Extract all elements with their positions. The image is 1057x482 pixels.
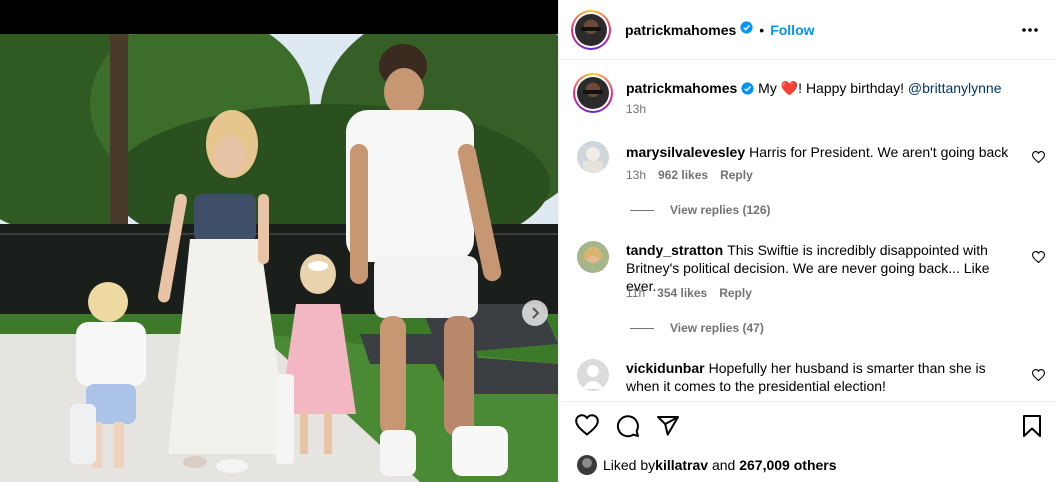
comment-username[interactable]: tandy_stratton — [626, 242, 723, 258]
comment-body: marysilvalevesley Harris for President. W… — [626, 143, 1021, 161]
commenter-avatar[interactable] — [577, 359, 609, 391]
carousel-next-button[interactable] — [522, 300, 548, 326]
view-replies-label: View replies (47) — [670, 321, 764, 335]
comment-meta: 13h 962 likes Reply — [626, 168, 765, 182]
share-icon[interactable] — [656, 414, 680, 443]
caption: patrickmahomes My ❤️! Happy birthday! @b… — [626, 79, 1036, 99]
caption-text-end: ! Happy birthday! — [798, 80, 908, 96]
likes-summary[interactable]: Liked by killatrav and 267,009 others — [577, 455, 837, 475]
comment-username[interactable]: vickidunbar — [626, 360, 705, 376]
liked-by-prefix: Liked by — [603, 457, 656, 473]
post-media-pane — [0, 0, 558, 482]
author-avatar[interactable] — [571, 10, 611, 50]
mention-link[interactable]: @brittanylynne — [908, 80, 1002, 96]
comment-like-heart-icon[interactable] — [1031, 150, 1046, 168]
heart-icon[interactable] — [575, 414, 599, 441]
chevron-right-icon — [532, 307, 540, 319]
caption-timestamp[interactable]: 13h — [626, 102, 646, 116]
comment-like-heart-icon[interactable] — [1031, 368, 1046, 386]
post-header: patrickmahomes • Follow — [559, 0, 1057, 60]
liker-avatar[interactable] — [577, 455, 597, 475]
comment-time[interactable]: 11h — [626, 286, 645, 300]
post-action-bar — [559, 401, 1057, 451]
comment-text: Harris for President. We aren't going ba… — [749, 144, 1009, 160]
comment-meta: 11h 354 likes Reply — [626, 286, 764, 300]
author-username[interactable]: patrickmahomes — [625, 22, 736, 38]
reply-button[interactable]: Reply — [720, 168, 753, 182]
comment-icon[interactable] — [616, 414, 640, 443]
commenter-avatar[interactable] — [577, 241, 609, 273]
comment-likes[interactable]: 962 likes — [658, 168, 708, 182]
caption-username[interactable]: patrickmahomes — [626, 80, 737, 96]
comment-username[interactable]: marysilvalevesley — [626, 144, 745, 160]
family-photo-illustration — [0, 34, 558, 482]
verified-badge-icon — [741, 81, 754, 99]
post-side-panel: patrickmahomes • Follow patrickmahomes M… — [558, 0, 1057, 482]
media-letterbox-top — [0, 0, 558, 34]
follow-button[interactable]: Follow — [770, 22, 814, 38]
red-heart-emoji: ❤️ — [780, 80, 799, 96]
comments-list[interactable]: patrickmahomes My ❤️! Happy birthday! @b… — [559, 61, 1057, 401]
liked-by-and: and — [708, 457, 740, 473]
post-photo[interactable] — [0, 34, 558, 482]
view-replies-label: View replies (126) — [670, 203, 771, 217]
commenter-avatar[interactable] — [577, 141, 609, 173]
more-options-icon[interactable] — [1021, 21, 1039, 44]
caption-avatar[interactable] — [573, 73, 613, 113]
caption-text-start: My — [758, 80, 781, 96]
comment-body: vickidunbar Hopefully her husband is smar… — [626, 359, 1021, 395]
likes-count[interactable]: 267,009 others — [739, 457, 836, 473]
view-replies-button[interactable]: View replies (47) — [630, 321, 764, 335]
reply-button[interactable]: Reply — [719, 286, 752, 300]
view-replies-button[interactable]: View replies (126) — [630, 203, 771, 217]
bookmark-icon[interactable] — [1022, 414, 1042, 443]
comment-likes[interactable]: 354 likes — [657, 286, 707, 300]
dot-separator: • — [759, 22, 765, 38]
liker-username[interactable]: killatrav — [655, 457, 708, 473]
comment-time[interactable]: 13h — [626, 168, 646, 182]
comment-like-heart-icon[interactable] — [1031, 250, 1046, 268]
verified-badge-icon — [740, 21, 753, 39]
